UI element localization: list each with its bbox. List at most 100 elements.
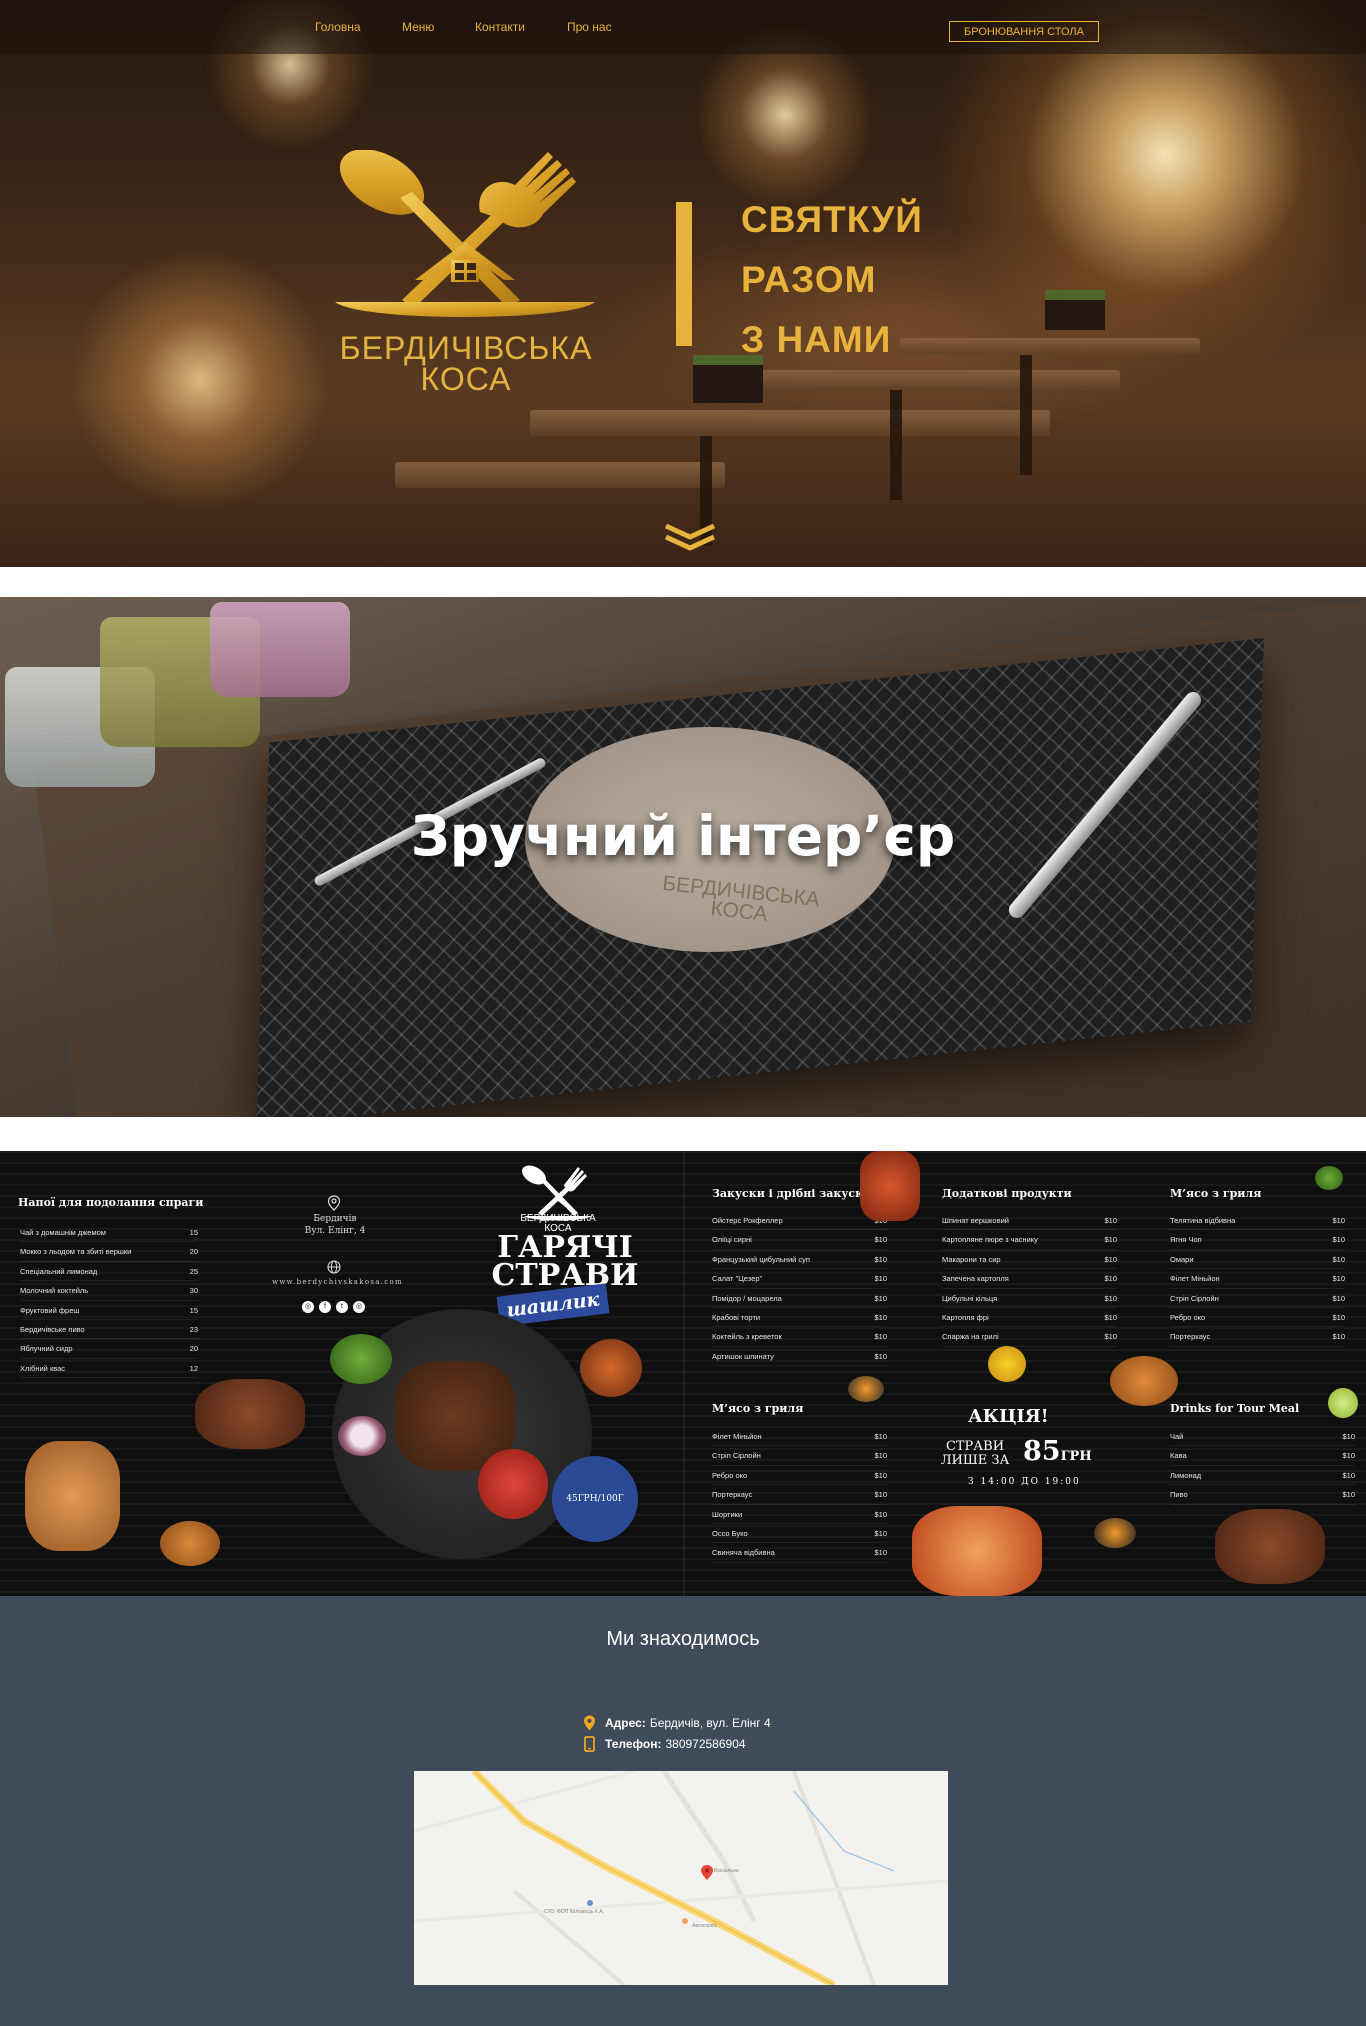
promo-text: СТРАВИ ЛИШЕ ЗА — [940, 1440, 1010, 1468]
nav-link-menu[interactable]: Меню — [402, 20, 434, 34]
menu-address: Бердичів Вул. Елінг, 4 — [280, 1213, 390, 1237]
menu-item: Пиво $10 — [1170, 1485, 1355, 1505]
tomatoes-image — [478, 1449, 548, 1519]
hero-brand-line2: КОСА — [420, 361, 512, 397]
map-marker-icon — [584, 1715, 595, 1731]
menu-item: Оссо Буко $10 — [712, 1524, 887, 1544]
book-table-button[interactable]: БРОНЮВАННЯ СТОЛА — [949, 21, 1099, 42]
hero-brand-name: БЕРДИЧІВСЬКА КОСА — [292, 332, 640, 397]
promo-title: АКЦІЯ! — [968, 1406, 1049, 1427]
tour-drinks-list: Чай $10 Кава $10 Лимонад $10 Пиво $10 — [1170, 1427, 1355, 1505]
menu-item: Хлібний квас 12 — [20, 1359, 198, 1379]
globe-icon — [327, 1260, 341, 1274]
menu-item: Картопляне пюре з часнику $10 — [942, 1230, 1117, 1250]
menu-item: Картопля фрі $10 — [942, 1308, 1117, 1328]
hot-dishes-line2: СТРАВИ — [491, 1258, 639, 1293]
promo-price: 85ГРН — [1023, 1436, 1092, 1467]
grill-menu-title-2: М’ясо з гриля — [712, 1402, 804, 1415]
map-label-poi: Вокзальна — [714, 1868, 739, 1874]
menu-item: Портеркаус $10 — [712, 1485, 887, 1505]
menu-item: Молочний коктейль 30 — [20, 1281, 198, 1301]
address-row: Адрес: Бердичів, вул. Елінг 4 — [583, 1715, 771, 1731]
instagram-icon[interactable]: ◎ — [353, 1301, 365, 1313]
chevron-down-icon[interactable] — [663, 523, 717, 551]
twitter-icon[interactable]: t — [336, 1301, 348, 1313]
address-value: Бердичів, вул. Елінг 4 — [649, 1716, 771, 1730]
promo-time: З 14:00 ДО 19:00 — [968, 1477, 1081, 1487]
menu-item: Запечена картопля $10 — [942, 1269, 1117, 1289]
facebook-icon[interactable]: f — [319, 1301, 331, 1313]
address-label: Адрес: — [605, 1716, 646, 1730]
onion-rings-image — [338, 1416, 386, 1456]
menu-item: Свиняча відбивна $10 — [712, 1543, 887, 1563]
snacks-title: Закуски і дрібні закуски — [712, 1187, 872, 1200]
drinks-list: Чай з домашнім джемом 15 Мокко з льодом т… — [20, 1223, 198, 1379]
page: Головна Меню Контакти Про нас БРОНЮВАННЯ… — [0, 0, 1366, 2026]
menu-item: Ребро око $10 — [1170, 1308, 1345, 1328]
hero-section: Головна Меню Контакти Про нас БРОНЮВАННЯ… — [0, 0, 1366, 567]
bg-table — [760, 370, 1120, 390]
phone-label: Телефон: — [605, 1737, 662, 1751]
steak-image — [195, 1379, 305, 1449]
menu-item: Цибульні кільця $10 — [942, 1289, 1117, 1308]
nav-link-about[interactable]: Про нас — [567, 20, 612, 34]
phone-value[interactable]: 380972586904 — [665, 1737, 745, 1751]
menu-item: Крабові торти $10 — [712, 1308, 887, 1328]
nav-link-home[interactable]: Головна — [315, 20, 361, 34]
bg-table — [900, 338, 1200, 354]
hot-dishes-title: ГАРЯЧІ СТРАВИ — [490, 1233, 640, 1293]
extras-title: Додаткові продукти — [942, 1187, 1072, 1200]
menu-item: Спаржа на грилі $10 — [942, 1327, 1117, 1347]
menu-item: Філет Міньйон $10 — [1170, 1269, 1345, 1289]
instagram-icon[interactable]: ◎ — [302, 1301, 314, 1313]
menu-item: Салат "Цезер" $10 — [712, 1269, 887, 1289]
menu-item: Мокко з льодом та збиті вершки 20 — [20, 1242, 198, 1262]
herb-image — [1315, 1166, 1343, 1190]
lime-image — [1328, 1388, 1358, 1418]
promo-line2: ЛИШЕ ЗА — [940, 1453, 1010, 1468]
bg-table-leg — [890, 390, 902, 500]
menu-item: Чай $10 — [1170, 1427, 1355, 1447]
menu-fold-line — [683, 1151, 685, 1596]
menu-address-street: Вул. Елінг, 4 — [304, 1226, 366, 1236]
location-section: Ми знаходимось Адрес: Бердичів, вул. Елі… — [0, 1596, 1366, 2026]
menu-item: Бердичівське пиво 23 — [20, 1320, 198, 1340]
location-title: Ми знаходимось — [606, 1628, 760, 1650]
chicken-wing-image — [1110, 1356, 1178, 1406]
grill-menu-list: Телятина відбивна $10 Ягня Чоп $10 Омари $1… — [1170, 1211, 1345, 1347]
promo-line1: СТРАВИ — [945, 1439, 1005, 1454]
map-canvas[interactable] — [414, 1771, 948, 1985]
grill-menu-list-2: Філет Міньйон $10 Стріп Сірлойн $10 Ребро … — [712, 1427, 887, 1563]
menu-item: Стріп Сірлойн $10 — [1170, 1289, 1345, 1308]
interior-title: Зручний інтер’єр — [410, 804, 956, 868]
drinks-title: Напої для подолання спраги — [18, 1196, 204, 1209]
crab-legs-image — [912, 1506, 1042, 1596]
menu-item: Макарони та сир $10 — [942, 1250, 1117, 1270]
embedded-map[interactable]: Вокзальна СТО, ФОП Коломієць К.А. Автосе… — [414, 1771, 948, 1985]
menu-item: Філет Міньйон $10 — [712, 1427, 887, 1447]
menu-item: Шпинат вершковий $10 — [942, 1211, 1117, 1231]
nav-link-contacts[interactable]: Контакти — [475, 20, 525, 34]
steak-image — [1215, 1509, 1325, 1584]
menu-item: Шортики $10 — [712, 1505, 887, 1524]
slogan-line-3: З НАМИ — [741, 319, 892, 360]
menu-item: Помідор / моцарела $10 — [712, 1289, 887, 1308]
slogan-line-2: РАЗОМ — [741, 259, 877, 300]
herbs-bowl-image — [330, 1334, 392, 1384]
menu-item: Артишок шпинату $10 — [712, 1347, 887, 1367]
tour-drinks-title: Drinks for Tour Meal — [1170, 1402, 1300, 1415]
menu-item: Ребро око $10 — [712, 1466, 887, 1486]
hero-slogan: СВЯТКУЙ РАЗОМ З НАМИ — [741, 190, 923, 370]
top-nav: Головна Меню Контакти Про нас БРОНЮВАННЯ… — [0, 0, 1366, 54]
menu-item: Французький цибульний суп $10 — [712, 1250, 887, 1270]
mussel-image — [848, 1376, 884, 1402]
map-label-poi: Автосервіс — [692, 1923, 718, 1929]
menu-item: Ягня Чоп $10 — [1170, 1230, 1345, 1250]
location-pin-icon — [327, 1195, 341, 1211]
pepper-image — [988, 1346, 1026, 1382]
menu-item: Телятина відбивна $10 — [1170, 1211, 1345, 1231]
bg-plant — [1045, 290, 1105, 330]
menu-item: Спеціальний лимонад 25 — [20, 1262, 198, 1282]
menu-section: Напої для подолання спраги Чай з домашні… — [0, 1151, 1366, 1596]
phone-row: Телефон: 380972586904 — [583, 1736, 746, 1752]
